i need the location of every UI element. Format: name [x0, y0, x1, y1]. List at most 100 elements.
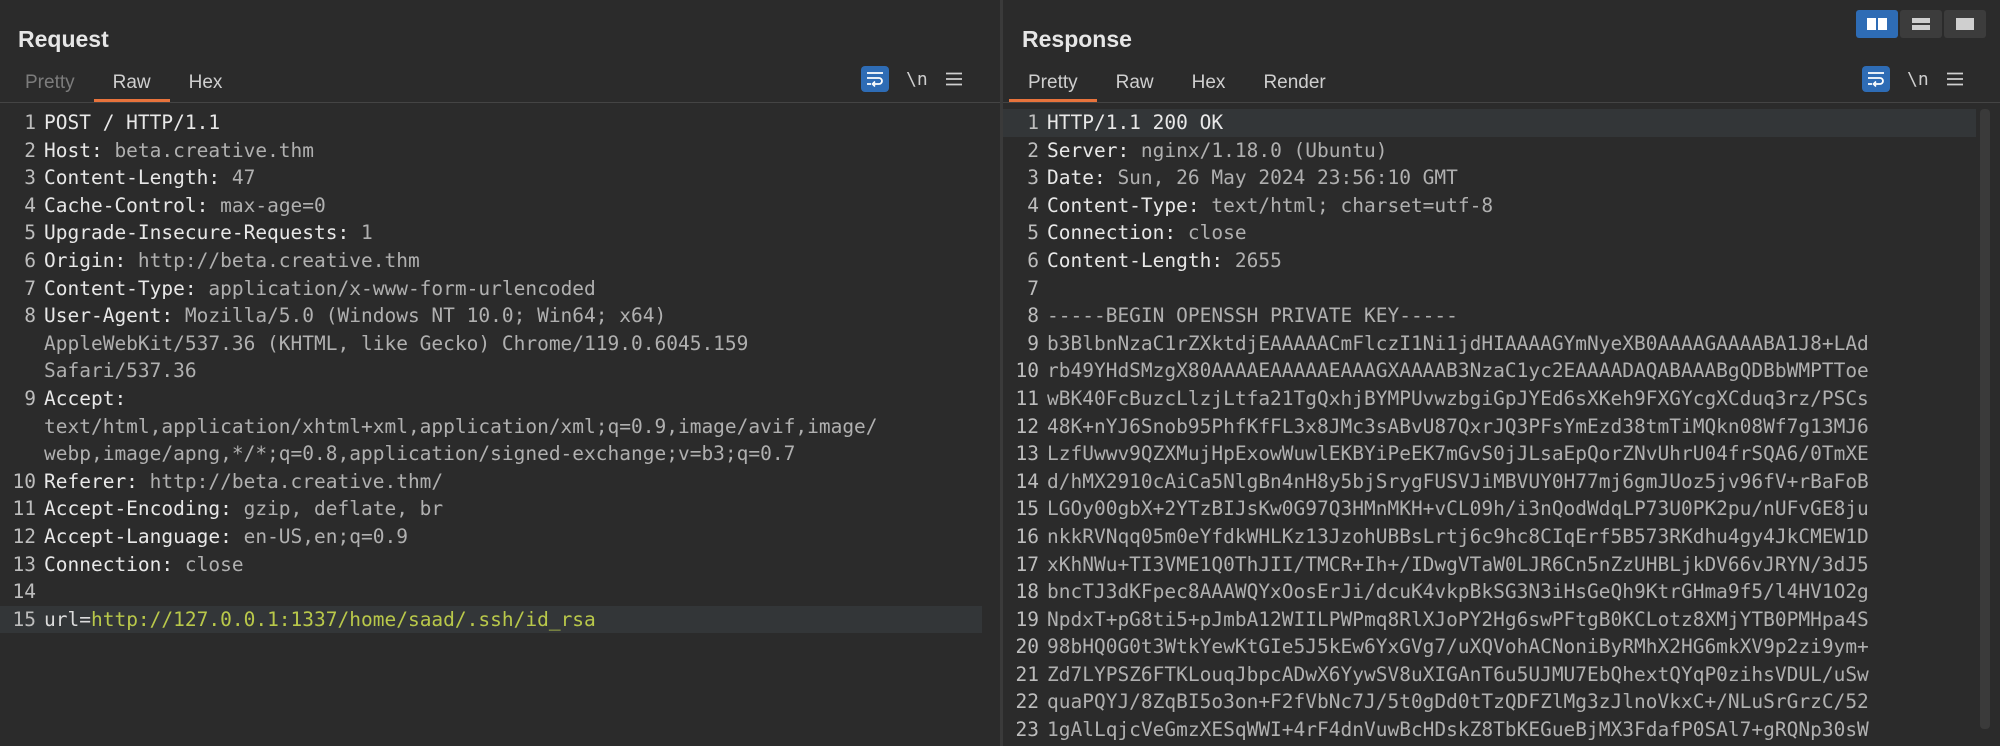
- header-value: d/hMX2910cAiCa5NlgBn4nH8y5bjSrygFUSVJiMB…: [1047, 469, 1869, 493]
- request-tab-pretty[interactable]: Pretty: [6, 66, 94, 102]
- side-by-side-layout-icon[interactable]: [1856, 10, 1898, 38]
- line-number: 21: [1015, 662, 1039, 686]
- show-newlines-button[interactable]: \n: [906, 69, 928, 90]
- request-tabs: Pretty Raw Hex: [6, 64, 241, 102]
- line-content: Connection: close: [1047, 219, 1976, 247]
- code-line: 7: [1003, 275, 1976, 303]
- line-content: Connection: close: [44, 551, 1000, 579]
- line-content: -----BEGIN OPENSSH PRIVATE KEY-----: [1047, 302, 1976, 330]
- line-number: 5: [1027, 221, 1039, 245]
- header-value: close: [1176, 221, 1247, 245]
- code-line: 6 Origin: http://beta.creative.thm: [0, 247, 1000, 275]
- line-number: [0, 330, 44, 358]
- http-message-viewer: Request Pretty Raw Hex \n 1 POST / HTTP/1…: [0, 0, 2000, 746]
- line-content: Zd7LYPSZ6FTKLouqJbpcADwX6YywSV8uXIGAnT6u…: [1047, 661, 1976, 689]
- code-line: 1 POST / HTTP/1.1: [0, 109, 1000, 137]
- line-number: 3: [1027, 166, 1039, 190]
- code-line: 9 b3BlbnNzaC1rZXktdjEAAAAACmFlczI1Ni1jdHI…: [1003, 330, 1976, 358]
- response-tab-pretty[interactable]: Pretty: [1009, 66, 1097, 102]
- response-pane: Response Pretty Raw Hex Render \n 1 HTTP/…: [1003, 0, 2000, 746]
- line-number: 1: [24, 111, 36, 134]
- show-newlines-button[interactable]: \n: [1907, 69, 1929, 90]
- header-name: Host:: [44, 138, 103, 162]
- line-content: Accept:: [44, 385, 1000, 413]
- line-number: 6: [1027, 248, 1039, 272]
- body-param-name: url=: [44, 607, 91, 631]
- header-value: 98bHQ0G0t3WtkYewKtGIe5J5kEw6YxGVg7/uXQVo…: [1047, 635, 1869, 659]
- line-content: Content-Type: application/x-www-form-url…: [44, 275, 1000, 303]
- line-number: 2: [24, 138, 36, 162]
- header-value: 1gAlLqjcVeGmzXESqWWI+4rF4dnVuwBcHDskZ8Tb…: [1047, 718, 1869, 742]
- line-number: 2: [1027, 138, 1039, 162]
- response-tab-render[interactable]: Render: [1244, 66, 1344, 102]
- header-name: Server:: [1047, 138, 1130, 162]
- request-tab-raw[interactable]: Raw: [93, 66, 170, 102]
- line-content: webp,image/apng,*/*;q=0.8,application/si…: [44, 440, 1000, 468]
- line-number: 9: [24, 386, 36, 410]
- line-content: POST / HTTP/1.1: [44, 109, 1000, 137]
- line-number: 1: [1027, 111, 1039, 134]
- header-value: http://beta.creative.thm: [126, 248, 420, 272]
- code-line: 13 Connection: close: [0, 551, 1000, 579]
- layout-switch: [1856, 10, 1986, 38]
- line-number: [0, 413, 44, 441]
- header-name: Content-Length:: [44, 166, 221, 190]
- header-value: nginx/1.18.0 (Ubuntu): [1129, 138, 1388, 162]
- line-content: Content-Length: 2655: [1047, 247, 1976, 275]
- header-name: POST / HTTP/1.1: [44, 111, 221, 134]
- line-content: quaPQYJ/8ZqBI5o3on+F2fVbNc7J/5t0gDd0tTzQ…: [1047, 688, 1976, 716]
- line-content: Content-Length: 47: [44, 164, 1000, 192]
- header-value: Safari/537.36: [44, 359, 197, 383]
- header-value: text/html; charset=utf-8: [1199, 193, 1494, 217]
- code-line: 3 Content-Length: 47: [0, 164, 1000, 192]
- header-value: NpdxT+pG8ti5+pJmbA12WIILPWPmq8RlXJoPY2Hg…: [1047, 607, 1869, 631]
- code-line: 2 Host: beta.creative.thm: [0, 137, 1000, 165]
- code-line: 11 Accept-Encoding: gzip, deflate, br: [0, 495, 1000, 523]
- line-number: 12: [1015, 414, 1039, 438]
- code-line: 22 quaPQYJ/8ZqBI5o3on+F2fVbNc7J/5t0gDd0tT…: [1003, 688, 1976, 716]
- request-editor[interactable]: 1 POST / HTTP/1.1 2 Host: beta.creative.thm…: [0, 109, 1000, 746]
- line-number: 13: [1015, 442, 1039, 466]
- response-tab-raw[interactable]: Raw: [1097, 66, 1173, 102]
- line-number: 23: [1015, 718, 1039, 742]
- response-scrollbar[interactable]: [1980, 109, 1990, 729]
- header-value: 2655: [1223, 248, 1282, 272]
- code-line: 14: [0, 578, 1000, 606]
- line-content: Referer: http://beta.creative.thm/: [44, 468, 1000, 496]
- header-value: 48K+nYJ6Snob95PhfKfFL3x8JMc3sABvU87QxrJQ…: [1047, 414, 1869, 438]
- line-number: 22: [1015, 690, 1039, 714]
- wrap-lines-icon[interactable]: [1862, 66, 1890, 92]
- code-line: 5 Connection: close: [1003, 219, 1976, 247]
- header-value: AppleWebKit/537.36 (KHTML, like Gecko) C…: [44, 331, 749, 355]
- code-line: 21 Zd7LYPSZ6FTKLouqJbpcADwX6YywSV8uXIGAnT…: [1003, 661, 1976, 689]
- header-name: Cache-Control:: [44, 193, 209, 217]
- wrap-lines-icon[interactable]: [861, 66, 889, 92]
- code-line: webp,image/apng,*/*;q=0.8,application/si…: [0, 440, 1000, 468]
- line-content: 48K+nYJ6Snob95PhfKfFL3x8JMc3sABvU87QxrJQ…: [1047, 413, 1976, 441]
- line-content: b3BlbnNzaC1rZXktdjEAAAAACmFlczI1Ni1jdHIA…: [1047, 330, 1976, 358]
- line-content: LGOy00gbX+2YTzBIJsKw0G97Q3HMnMKH+vCL09h/…: [1047, 495, 1976, 523]
- line-content: [1047, 275, 1976, 303]
- response-tab-hex[interactable]: Hex: [1173, 66, 1245, 102]
- response-editor[interactable]: 1 HTTP/1.1 200 OK 2 Server: nginx/1.18.0 (U…: [1003, 109, 2000, 746]
- code-line: 14 d/hMX2910cAiCa5NlgBn4nH8y5bjSrygFUSVJi…: [1003, 468, 1976, 496]
- header-name: Origin:: [44, 248, 127, 272]
- request-tab-hex[interactable]: Hex: [170, 66, 242, 102]
- line-content: text/html,application/xhtml+xml,applicat…: [44, 413, 1000, 441]
- line-number: 13: [12, 552, 36, 576]
- line-content: url=http://127.0.0.1:1337/home/saad/.ssh…: [44, 606, 982, 634]
- stacked-layout-icon[interactable]: [1900, 10, 1942, 38]
- code-line: 18 bncTJ3dKFpec8AAAWQYxOosErJi/dcuK4vkpBk…: [1003, 578, 1976, 606]
- line-number: 18: [1015, 580, 1039, 604]
- hamburger-menu-icon[interactable]: [945, 72, 963, 86]
- single-pane-layout-icon[interactable]: [1944, 10, 1986, 38]
- header-name: Accept:: [44, 386, 127, 410]
- code-line: 9 Accept:: [0, 385, 1000, 413]
- header-value: beta.creative.thm: [102, 138, 315, 162]
- header-value: LzfUwwv9QZXMujHpExowWuwlEKBYiPeEK7mGvS0j…: [1047, 442, 1869, 466]
- line-content: wBK40FcBuzcLlzjLtfa21TgQxhjBYMPUvwzbgiGp…: [1047, 385, 1976, 413]
- header-value: text/html,application/xhtml+xml,applicat…: [44, 414, 878, 438]
- line-number: 11: [12, 497, 36, 521]
- hamburger-menu-icon[interactable]: [1946, 72, 1964, 86]
- header-name: Content-Type:: [1047, 193, 1200, 217]
